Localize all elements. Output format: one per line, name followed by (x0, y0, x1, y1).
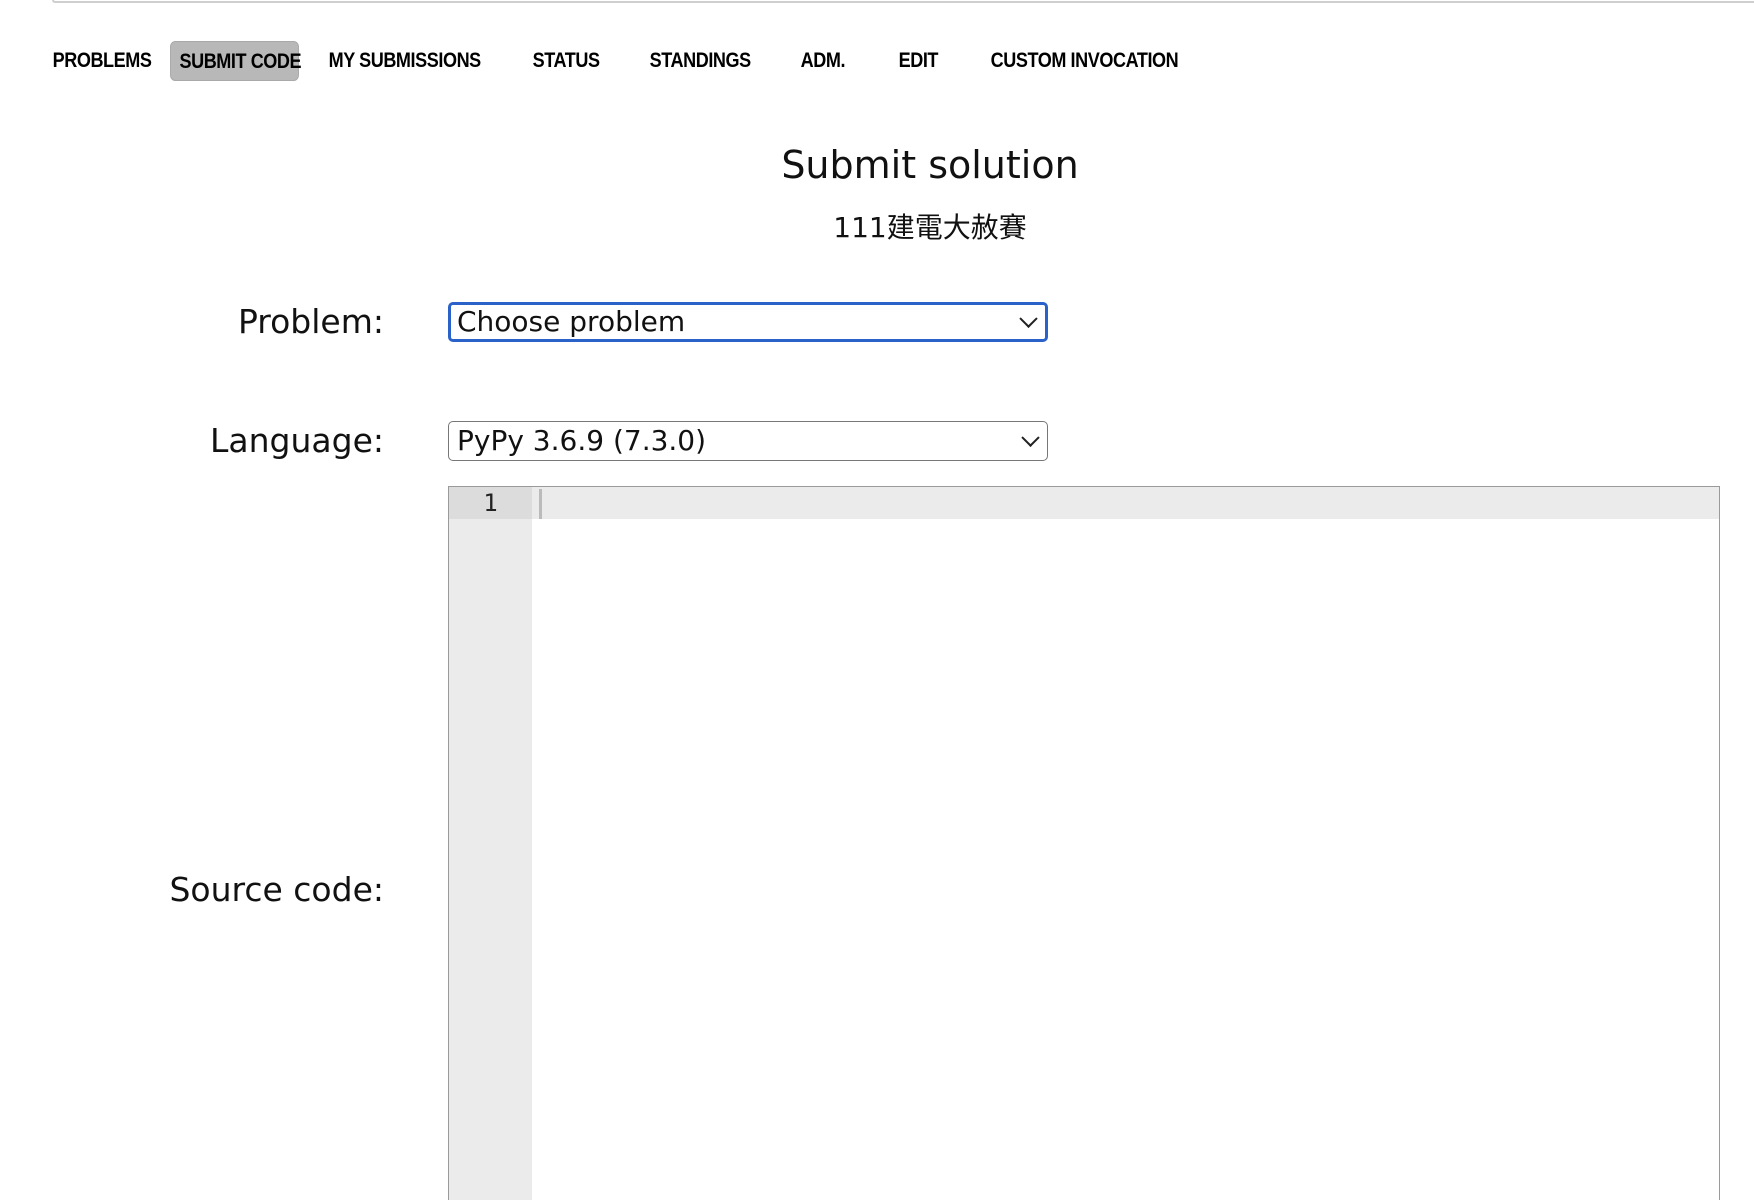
line-number: 1 (449, 487, 532, 519)
editor-gutter (449, 487, 532, 1200)
contest-name: 111建電大赦賽 (833, 211, 1027, 244)
source-code-label: Source code: (169, 870, 384, 909)
menu-item-problems[interactable]: PROBLEMS (44, 41, 152, 81)
language-label: Language: (210, 421, 384, 460)
menu-item-edit[interactable]: EDIT (890, 41, 969, 81)
chevron-down-icon (1021, 428, 1040, 447)
page-top-border (52, 0, 1754, 3)
text-cursor (539, 489, 542, 519)
problem-label: Problem: (237, 302, 384, 341)
menu-item-custom-invocation[interactable]: CUSTOM INVOCATION (982, 41, 1180, 81)
menu-item-adm[interactable]: ADM. (792, 41, 876, 81)
page-title: Submit solution (781, 143, 1079, 187)
active-line-highlight (532, 487, 1719, 519)
menu-item-submit-code[interactable]: SUBMIT CODE (170, 41, 302, 81)
problem-select-value: Choose problem (457, 305, 686, 338)
chevron-down-icon (1019, 309, 1038, 328)
menu-item-standings[interactable]: STANDINGS (641, 41, 771, 81)
source-code-editor[interactable]: 1 (448, 486, 1720, 1200)
main-menu: PROBLEMS SUBMIT CODE MY SUBMISSIONS STAT… (44, 41, 1212, 81)
language-select-value: PyPy 3.6.9 (7.3.0) (457, 424, 707, 457)
language-select[interactable]: PyPy 3.6.9 (7.3.0) (448, 421, 1048, 461)
menu-item-status[interactable]: STATUS (524, 41, 625, 81)
menu-item-my-submissions[interactable]: MY SUBMISSIONS (320, 41, 495, 81)
problem-select[interactable]: Choose problem (448, 302, 1048, 342)
